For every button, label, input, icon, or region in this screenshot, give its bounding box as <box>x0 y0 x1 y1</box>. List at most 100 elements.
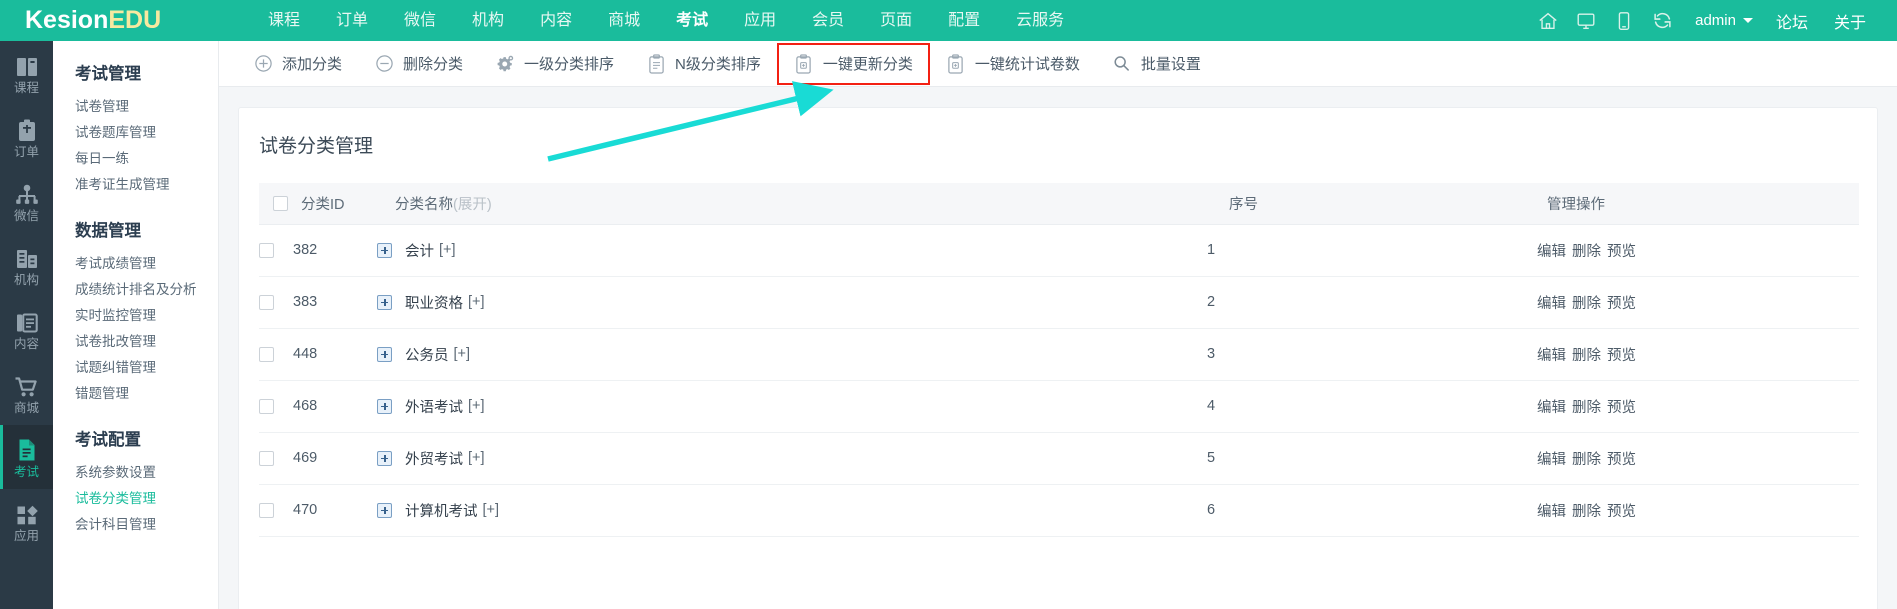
menu-item-kuaijikemuguanli[interactable]: 会计科目管理 <box>53 512 218 538</box>
top-menu-item-jigou[interactable]: 机构 <box>454 0 522 41</box>
delete-category-button[interactable]: 删除分类 <box>358 44 479 84</box>
delete-link[interactable]: 删除 <box>1572 504 1601 520</box>
header-ops-cell: 管理操作 <box>1537 183 1859 224</box>
top-menu-item-peizhi[interactable]: 配置 <box>930 0 998 41</box>
select-all-checkbox[interactable] <box>273 196 288 211</box>
row-checkbox[interactable] <box>259 347 274 362</box>
expand-node-icon[interactable] <box>377 451 392 466</box>
delete-link[interactable]: 删除 <box>1572 296 1601 312</box>
preview-link[interactable]: 预览 <box>1607 400 1636 416</box>
top-menu-item-shangcheng[interactable]: 商城 <box>590 0 658 41</box>
category-table: 分类ID 分类名称(展开) 序号 管理操作 <box>259 183 1859 537</box>
rail-item-dingdan[interactable]: 订单 <box>0 105 53 169</box>
top-menu-item-neirong[interactable]: 内容 <box>522 0 590 41</box>
row-id: 382 <box>293 224 377 276</box>
rail-item-kaoshi[interactable]: 考试 <box>0 425 53 489</box>
delete-link[interactable]: 删除 <box>1572 348 1601 364</box>
app-root: KesionEDU 课程 订单 微信 机构 内容 商城 考试 应用 会员 页面 … <box>0 0 1897 609</box>
rail-item-shangcheng[interactable]: 商城 <box>0 361 53 425</box>
table-row[interactable]: 383 职业资格 [+] 2 编辑删除预览 <box>259 276 1859 328</box>
user-menu[interactable]: admin <box>1681 12 1763 29</box>
forum-link[interactable]: 论坛 <box>1763 9 1821 33</box>
rail-item-yingyong[interactable]: 应用 <box>0 489 53 553</box>
expand-node-icon[interactable] <box>377 347 392 362</box>
table-row[interactable]: 468 外语考试 [+] 4 编辑删除预览 <box>259 380 1859 432</box>
row-seq: 2 <box>1207 276 1537 328</box>
table-row[interactable]: 448 公务员 [+] 3 编辑删除预览 <box>259 328 1859 380</box>
expand-node-icon[interactable] <box>377 503 392 518</box>
menu-item-meiriyilian[interactable]: 每日一练 <box>53 146 218 172</box>
top-menu-item-huiyuan[interactable]: 会员 <box>794 0 862 41</box>
menu-item-shijuanpigaiguanli[interactable]: 试卷批改管理 <box>53 329 218 355</box>
nlevel-sort-label: N级分类排序 <box>675 53 761 74</box>
building-icon <box>15 244 39 270</box>
top-menu-item-yemian[interactable]: 页面 <box>862 0 930 41</box>
row-seq: 5 <box>1207 432 1537 484</box>
one-click-count-papers-button[interactable]: 一键统计试卷数 <box>930 44 1096 84</box>
top-menu-item-yingyong[interactable]: 应用 <box>726 0 794 41</box>
row-checkbox[interactable] <box>259 399 274 414</box>
menu-item-kaoshichengjiguanli[interactable]: 考试成绩管理 <box>53 251 218 277</box>
rail-item-neirong[interactable]: 内容 <box>0 297 53 361</box>
rail-item-kecheng[interactable]: 课程 <box>0 41 53 105</box>
preview-link[interactable]: 预览 <box>1607 452 1636 468</box>
menu-item-shijuanfenleiguanli[interactable]: 试卷分类管理 <box>53 486 218 512</box>
desktop-icon[interactable] <box>1567 0 1605 41</box>
edit-link[interactable]: 编辑 <box>1537 244 1566 260</box>
edit-link[interactable]: 编辑 <box>1537 296 1566 312</box>
about-link[interactable]: 关于 <box>1821 9 1879 33</box>
menu-item-shitijiucuoguanli[interactable]: 试题纠错管理 <box>53 355 218 381</box>
top-menu-item-kaoshi[interactable]: 考试 <box>658 0 726 41</box>
rail-label-yingyong: 应用 <box>14 529 39 543</box>
rail-item-jigou[interactable]: 机构 <box>0 233 53 297</box>
batch-settings-button[interactable]: 批量设置 <box>1096 44 1217 84</box>
edit-link[interactable]: 编辑 <box>1537 400 1566 416</box>
home-icon[interactable] <box>1529 0 1567 41</box>
top-menu-item-kecheng[interactable]: 课程 <box>250 0 318 41</box>
edit-link[interactable]: 编辑 <box>1537 348 1566 364</box>
mobile-icon[interactable] <box>1605 0 1643 41</box>
table-row[interactable]: 469 外贸考试 [+] 5 编辑删除预览 <box>259 432 1859 484</box>
table-row[interactable]: 382 会计 [+] 1 编辑删除预览 <box>259 224 1859 276</box>
expand-all-link[interactable]: (展开) <box>453 197 492 213</box>
nlevel-sort-button[interactable]: N级分类排序 <box>630 44 777 84</box>
row-checkbox-cell <box>259 224 293 276</box>
menu-item-shijuanguanli[interactable]: 试卷管理 <box>53 94 218 120</box>
preview-link[interactable]: 预览 <box>1607 504 1636 520</box>
rail-label-dingdan: 订单 <box>14 145 39 159</box>
edit-link[interactable]: 编辑 <box>1537 452 1566 468</box>
row-checkbox[interactable] <box>259 295 274 310</box>
delete-link[interactable]: 删除 <box>1572 400 1601 416</box>
expand-node-icon[interactable] <box>377 243 392 258</box>
edit-link[interactable]: 编辑 <box>1537 504 1566 520</box>
preview-link[interactable]: 预览 <box>1607 244 1636 260</box>
table-row[interactable]: 470 计算机考试 [+] 6 编辑删除预览 <box>259 484 1859 536</box>
row-name-flag: [+] <box>468 450 485 466</box>
top-menu-item-weixin[interactable]: 微信 <box>386 0 454 41</box>
menu-item-cuotiguanli[interactable]: 错题管理 <box>53 381 218 407</box>
refresh-icon[interactable] <box>1643 0 1681 41</box>
menu-item-chengjitongjipaiming[interactable]: 成绩统计排名及分析 <box>53 277 218 303</box>
top-menu-item-yunfuwu[interactable]: 云服务 <box>998 0 1082 41</box>
add-category-button[interactable]: 添加分类 <box>237 44 358 84</box>
row-checkbox[interactable] <box>259 503 274 518</box>
rail-label-kecheng: 课程 <box>14 81 39 95</box>
preview-link[interactable]: 预览 <box>1607 348 1636 364</box>
menu-item-shijuantikuguanli[interactable]: 试卷题库管理 <box>53 120 218 146</box>
row-checkbox[interactable] <box>259 451 274 466</box>
delete-link[interactable]: 删除 <box>1572 244 1601 260</box>
brand-logo[interactable]: KesionEDU <box>0 0 250 41</box>
rail-item-weixin[interactable]: 微信 <box>0 169 53 233</box>
batch-settings-label: 批量设置 <box>1141 53 1201 74</box>
menu-item-zhunkaozhengshengcheng[interactable]: 准考证生成管理 <box>53 172 218 198</box>
row-checkbox[interactable] <box>259 243 274 258</box>
expand-node-icon[interactable] <box>377 295 392 310</box>
menu-item-shishijiankongguanli[interactable]: 实时监控管理 <box>53 303 218 329</box>
preview-link[interactable]: 预览 <box>1607 296 1636 312</box>
menu-item-xitongcanshushezhi[interactable]: 系统参数设置 <box>53 460 218 486</box>
one-click-update-category-button[interactable]: 一键更新分类 <box>777 43 930 85</box>
level1-sort-button[interactable]: 一级分类排序 <box>479 44 630 84</box>
expand-node-icon[interactable] <box>377 399 392 414</box>
delete-link[interactable]: 删除 <box>1572 452 1601 468</box>
top-menu-item-dingdan[interactable]: 订单 <box>318 0 386 41</box>
